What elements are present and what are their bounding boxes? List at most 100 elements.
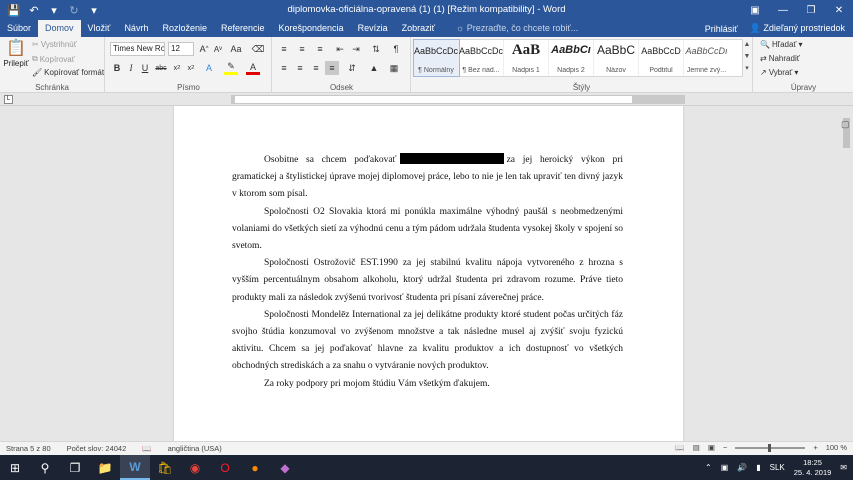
paste-button[interactable]: 📋 Prilepiť xyxy=(3,39,29,79)
document-page[interactable]: Osobitne sa chcem poďakovať za jej heroic… xyxy=(174,106,683,441)
print-layout-icon[interactable]: ▤ xyxy=(693,443,700,452)
tab-references[interactable]: Referencie xyxy=(214,20,272,37)
shading-icon[interactable]: ▲ xyxy=(367,61,381,75)
store-icon[interactable]: 🛍 xyxy=(150,455,180,480)
align-left-icon[interactable]: ≡ xyxy=(277,61,291,75)
tab-design[interactable]: Návrh xyxy=(117,20,155,37)
language-indicator[interactable]: angličtina (USA) xyxy=(162,444,232,453)
strikethrough-icon[interactable]: abc xyxy=(154,61,168,75)
horizontal-ruler: L xyxy=(0,93,853,106)
firefox-icon[interactable]: ● xyxy=(240,455,270,480)
customize-qat-icon[interactable]: ▾ xyxy=(84,0,104,20)
superscript-icon[interactable]: x2 xyxy=(184,61,198,75)
borders-icon[interactable]: ▦ xyxy=(387,61,401,75)
chrome-icon[interactable]: ◉ xyxy=(180,455,210,480)
redo-icon[interactable]: ↻ xyxy=(64,0,84,20)
volume-icon[interactable]: 🔊 xyxy=(737,463,747,472)
paragraph[interactable]: Spoločnosti Ostrožovič EST.1990 za jej s… xyxy=(232,255,623,307)
clock[interactable]: 18:25 25. 4. 2019 xyxy=(794,458,832,478)
font-color-icon[interactable]: A xyxy=(246,61,260,75)
underline-icon[interactable]: U xyxy=(138,61,152,75)
tab-file[interactable]: Súbor xyxy=(0,20,38,37)
vertical-ruler-icon[interactable]: ▢ xyxy=(841,119,850,130)
word-count[interactable]: Počet slov: 24042 xyxy=(61,444,137,453)
zoom-in-icon[interactable]: + xyxy=(813,443,817,452)
close-button[interactable]: ✕ xyxy=(825,0,853,20)
select-button[interactable]: ↗ Vybrať ▾ xyxy=(760,68,798,77)
subscript-icon[interactable]: x2 xyxy=(170,61,184,75)
numbering-icon[interactable]: ≡ xyxy=(295,42,309,56)
tab-selector-icon[interactable]: L xyxy=(4,95,13,104)
tray-chevron-up-icon[interactable]: ⌃ xyxy=(705,463,712,472)
sort-icon[interactable]: ⇅ xyxy=(369,42,383,56)
show-formatting-icon[interactable]: ¶ xyxy=(389,42,403,56)
file-explorer-icon[interactable]: 📁 xyxy=(90,455,120,480)
minimize-button[interactable]: — xyxy=(769,0,797,20)
document-body[interactable]: Osobitne sa chcem poďakovať za jej heroic… xyxy=(232,152,623,393)
task-view-icon[interactable]: ❐ xyxy=(60,455,90,480)
proofing-icon[interactable]: 📖 xyxy=(136,444,161,453)
change-case-icon[interactable]: Aa xyxy=(229,42,243,56)
vertical-scrollbar[interactable] xyxy=(840,106,853,441)
app-icon[interactable]: ◆ xyxy=(270,455,300,480)
keyboard-language[interactable]: SLK xyxy=(770,463,785,472)
paragraph[interactable]: Osobitne sa chcem poďakovať za jej heroic… xyxy=(232,152,623,204)
document-area[interactable]: Osobitne sa chcem poďakovať za jej heroic… xyxy=(0,106,840,441)
chevron-down-icon[interactable]: ▾ xyxy=(44,0,64,20)
editing-group: 🔍 Hľadať ▾ ⇄ Nahradiť ↗ Vybrať ▾ Úpravy xyxy=(754,37,853,93)
paragraph[interactable]: Za roky podpory pri mojom štúdiu Vám vše… xyxy=(232,376,623,393)
network-icon[interactable]: ▣ xyxy=(721,463,729,472)
text-effects-icon[interactable]: A xyxy=(202,61,216,75)
battery-icon[interactable]: ▮ xyxy=(756,463,760,472)
highlight-icon[interactable]: ✎ xyxy=(224,61,238,75)
replace-button[interactable]: ⇄ Nahradiť xyxy=(760,54,800,63)
paragraph[interactable]: Spoločnosti O2 Slovakia ktorá mi ponúkla… xyxy=(232,204,623,256)
restore-button[interactable]: ❐ xyxy=(797,0,825,20)
read-mode-icon[interactable]: 📖 xyxy=(675,443,684,452)
share-button[interactable]: 👤 Zdieľaný prostriedok xyxy=(750,23,845,34)
opera-icon[interactable]: O xyxy=(210,455,240,480)
italic-icon[interactable]: I xyxy=(124,61,138,75)
save-icon[interactable]: 💾 xyxy=(4,0,24,20)
find-button[interactable]: 🔍 Hľadať ▾ xyxy=(760,40,802,49)
word-app-icon[interactable]: W xyxy=(120,455,150,480)
windows-start-icon[interactable]: ⊞ xyxy=(0,455,30,480)
justify-icon[interactable]: ≡ xyxy=(325,61,339,75)
ruler-strip[interactable] xyxy=(231,95,685,104)
ribbon-display-options-icon[interactable]: ▣ xyxy=(741,0,769,20)
increase-indent-icon[interactable]: ⇥ xyxy=(349,42,363,56)
align-right-icon[interactable]: ≡ xyxy=(309,61,323,75)
paragraph[interactable]: Spoločnosti Mondelēz International za je… xyxy=(232,307,623,376)
page-indicator[interactable]: Strana 5 z 80 xyxy=(0,444,61,453)
zoom-out-icon[interactable]: − xyxy=(723,443,727,452)
tab-mailings[interactable]: Korešpondencia xyxy=(272,20,351,37)
tab-layout[interactable]: Rozloženie xyxy=(155,20,214,37)
align-center-icon[interactable]: ≡ xyxy=(293,61,307,75)
shrink-font-icon[interactable]: Av xyxy=(211,42,225,56)
line-spacing-icon[interactable]: ⇵ xyxy=(345,61,359,75)
bullets-icon[interactable]: ≡ xyxy=(277,42,291,56)
tab-insert[interactable]: Vložiť xyxy=(81,20,118,37)
undo-icon[interactable]: ↶ xyxy=(24,0,44,20)
font-size-box[interactable]: 12 xyxy=(168,42,194,56)
tab-home[interactable]: Domov xyxy=(38,20,81,37)
tell-me-search[interactable]: ☼ Prezraďte, čo chcete robiť... xyxy=(442,20,578,37)
format-painter-button[interactable]: 🖌 Kopírovať formát xyxy=(32,68,104,77)
web-layout-icon[interactable]: ▣ xyxy=(708,443,715,452)
sign-in-link[interactable]: Prihlásiť xyxy=(705,24,738,34)
tab-review[interactable]: Revízia xyxy=(351,20,395,37)
bold-icon[interactable]: B xyxy=(110,61,124,75)
cut-button[interactable]: ✂ Vystrihnúť xyxy=(32,40,77,49)
multilevel-list-icon[interactable]: ≡ xyxy=(313,42,327,56)
tab-view[interactable]: Zobraziť xyxy=(395,20,442,37)
grow-font-icon[interactable]: A ^ xyxy=(197,42,211,56)
search-icon[interactable]: ⚲ xyxy=(30,455,60,480)
zoom-level[interactable]: 100 % xyxy=(826,443,847,452)
copy-button[interactable]: ⧉ Kopírovať xyxy=(32,54,75,64)
zoom-slider[interactable] xyxy=(735,443,806,452)
decrease-indent-icon[interactable]: ⇤ xyxy=(333,42,347,56)
clear-formatting-icon[interactable]: ⌫ xyxy=(251,42,265,56)
zoom-slider-thumb[interactable] xyxy=(768,443,772,452)
font-name-box[interactable]: Times New Ro xyxy=(110,42,165,56)
notifications-icon[interactable]: ✉ xyxy=(840,463,847,472)
